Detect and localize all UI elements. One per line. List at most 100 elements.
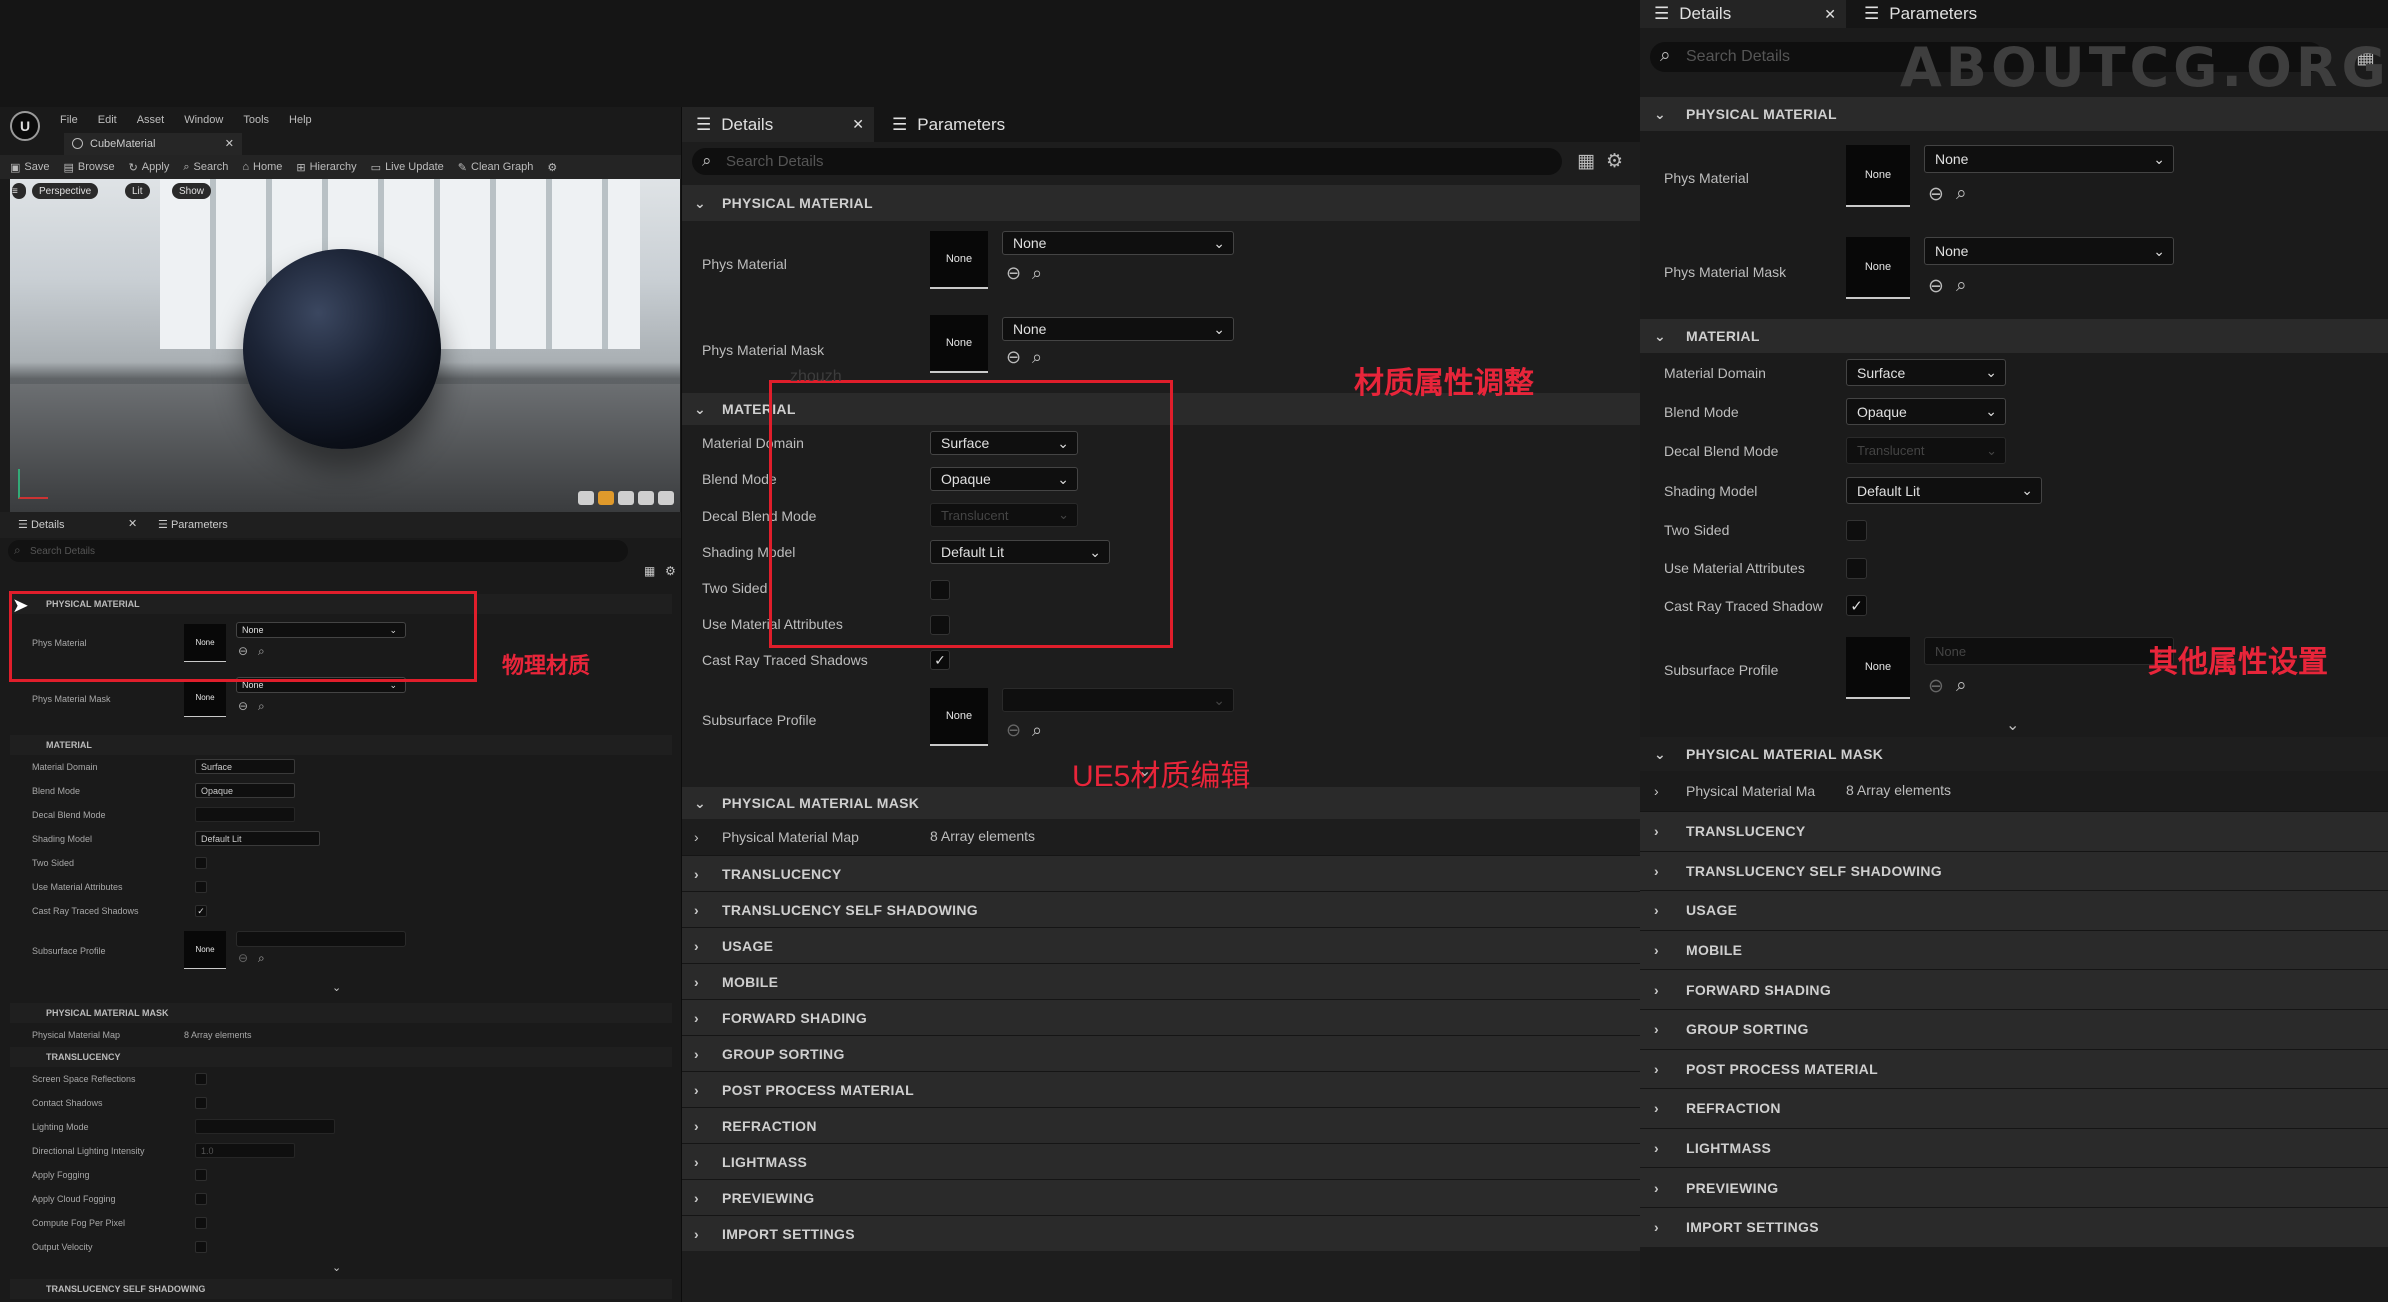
- section-physical-material-mask-small[interactable]: PHYSICAL MATERIAL MASK: [10, 1003, 672, 1023]
- use-selected-icon[interactable]: ⊖: [238, 644, 248, 658]
- browse-asset-icon[interactable]: ⌕: [1032, 263, 1042, 284]
- phys-material-thumbnail[interactable]: None: [184, 624, 226, 662]
- use-selected-icon[interactable]: ⊖: [1928, 275, 1944, 298]
- grid-view-icon[interactable]: ▦: [1577, 150, 1595, 173]
- output-velocity-checkbox[interactable]: [195, 1241, 207, 1253]
- phys-material-mask-dropdown-zoom[interactable]: None ⌄: [1924, 237, 2174, 265]
- tab-parameters[interactable]: ☰ Parameters: [888, 107, 1005, 142]
- use-selected-icon[interactable]: ⊖: [1006, 347, 1021, 368]
- use-material-attributes-checkbox-small[interactable]: [195, 881, 207, 893]
- phys-material-dropdown-zoom[interactable]: None ⌄: [1924, 145, 2174, 173]
- preview-plane-button[interactable]: [618, 491, 634, 505]
- two-sided-checkbox-small[interactable]: [195, 857, 207, 869]
- two-sided-checkbox[interactable]: [930, 580, 950, 600]
- preview-sphere-button[interactable]: [598, 491, 614, 505]
- menu-edit[interactable]: Edit: [98, 114, 117, 126]
- two-sided-checkbox-zoom[interactable]: [1846, 520, 1867, 541]
- section-mobile[interactable]: › MOBILE: [682, 963, 1640, 999]
- section-zoom-translucency[interactable]: › TRANSLUCENCY: [1640, 811, 2388, 851]
- shading-model-dropdown-small[interactable]: Default Lit: [195, 831, 320, 846]
- blend-mode-dropdown[interactable]: Opaque ⌄: [930, 467, 1078, 491]
- section-zoom-mobile[interactable]: › MOBILE: [1640, 929, 2388, 970]
- section-refraction[interactable]: › REFRACTION: [682, 1107, 1640, 1143]
- section-usage[interactable]: › USAGE: [682, 927, 1640, 963]
- browse-asset-icon[interactable]: ⌕: [1032, 347, 1042, 368]
- material-domain-dropdown-zoom[interactable]: Surface ⌄: [1846, 359, 2006, 386]
- preview-mesh-button[interactable]: [658, 491, 674, 505]
- gear-icon[interactable]: ⚙: [1606, 150, 1623, 173]
- tab-details-small[interactable]: ☰ Details: [18, 518, 65, 531]
- home-button[interactable]: ⌂ Home: [242, 161, 282, 173]
- blend-mode-dropdown-zoom[interactable]: Opaque ⌄: [1846, 398, 2006, 425]
- close-icon[interactable]: ✕: [128, 517, 137, 530]
- menu-asset[interactable]: Asset: [137, 114, 165, 126]
- section-lightmass[interactable]: › LIGHTMASS: [682, 1143, 1640, 1179]
- live-update-button[interactable]: ▭ Live Update: [371, 161, 444, 174]
- perspective-button[interactable]: Perspective: [32, 183, 99, 199]
- viewport-menu-icon[interactable]: ≡: [12, 183, 26, 199]
- phys-material-dropdown[interactable]: None ⌄: [236, 622, 406, 638]
- subsurface-profile-thumbnail[interactable]: None: [1846, 637, 1910, 699]
- section-translucency-self-shadowing-small[interactable]: TRANSLUCENCY SELF SHADOWING: [10, 1279, 672, 1299]
- clean-graph-button[interactable]: ✎ Clean Graph: [458, 161, 534, 174]
- blend-mode-dropdown-small[interactable]: Opaque: [195, 783, 295, 798]
- menu-tools[interactable]: Tools: [243, 114, 269, 126]
- section-physical-material-small[interactable]: PHYSICAL MATERIAL: [10, 594, 672, 614]
- cast-ray-traced-shadows-checkbox-small[interactable]: ✓: [195, 905, 207, 917]
- section-zoom-refraction[interactable]: › REFRACTION: [1640, 1088, 2388, 1128]
- section-physical-material-mask-zoom[interactable]: ⌄ PHYSICAL MATERIAL MASK: [1640, 737, 2388, 771]
- lit-button[interactable]: Lit: [125, 183, 150, 199]
- shading-model-dropdown[interactable]: Default Lit ⌄: [930, 540, 1110, 564]
- show-button[interactable]: Show: [172, 183, 212, 199]
- hierarchy-button[interactable]: ⊞ Hierarchy: [296, 161, 356, 174]
- use-selected-icon[interactable]: ⊖: [1928, 183, 1944, 206]
- section-zoom-translucency-self-shadowing[interactable]: › TRANSLUCENCY SELF SHADOWING: [1640, 850, 2388, 891]
- material-domain-dropdown-small[interactable]: Surface: [195, 759, 295, 774]
- compute-fog-per-pixel-checkbox[interactable]: [195, 1217, 207, 1229]
- section-zoom-previewing[interactable]: › PREVIEWING: [1640, 1167, 2388, 1207]
- settings-icon[interactable]: ⚙: [547, 161, 557, 174]
- menu-help[interactable]: Help: [289, 114, 312, 126]
- menu-file[interactable]: File: [60, 114, 78, 126]
- apply-fogging-checkbox[interactable]: [195, 1169, 207, 1181]
- cast-ray-traced-shadow-checkbox-zoom[interactable]: ✓: [1846, 595, 1867, 616]
- section-zoom-group-sorting[interactable]: › GROUP SORTING: [1640, 1008, 2388, 1049]
- section-material-small[interactable]: MATERIAL: [10, 735, 672, 755]
- tab-parameters-zoom[interactable]: ☰ Parameters: [1864, 0, 1977, 28]
- browse-asset-icon[interactable]: ⌕: [258, 699, 265, 714]
- grid-view-icon[interactable]: ▦: [644, 564, 655, 578]
- use-material-attributes-checkbox-zoom[interactable]: [1846, 558, 1867, 579]
- phys-material-mask-thumbnail[interactable]: None: [184, 679, 226, 717]
- save-button[interactable]: ▣ Save: [10, 161, 49, 174]
- section-zoom-post-process-material[interactable]: › POST PROCESS MATERIAL: [1640, 1048, 2388, 1089]
- tab-details[interactable]: ☰ Details ✕: [682, 107, 874, 142]
- tab-cube-material[interactable]: CubeMaterial ✕: [64, 133, 242, 155]
- browse-asset-icon[interactable]: ⌕: [1956, 675, 1967, 697]
- phys-material-thumbnail[interactable]: None: [930, 231, 988, 289]
- section-previewing[interactable]: › PREVIEWING: [682, 1179, 1640, 1215]
- apply-button[interactable]: ↻ Apply: [129, 161, 170, 174]
- subsurface-profile-thumbnail[interactable]: None: [184, 931, 226, 969]
- contact-shadows-checkbox[interactable]: [195, 1097, 207, 1109]
- preview-cylinder-button[interactable]: [578, 491, 594, 505]
- close-icon[interactable]: ✕: [225, 137, 234, 150]
- shading-model-dropdown-zoom[interactable]: Default Lit ⌄: [1846, 477, 2042, 504]
- phys-material-mask-dropdown[interactable]: None ⌄: [1002, 317, 1234, 341]
- use-selected-icon[interactable]: ⊖: [1006, 263, 1021, 284]
- subsurface-profile-thumbnail[interactable]: None: [930, 688, 988, 746]
- cast-ray-traced-shadows-checkbox[interactable]: ✓: [930, 650, 950, 670]
- section-post-process-material[interactable]: › POST PROCESS MATERIAL: [682, 1071, 1640, 1107]
- section-zoom-import-settings[interactable]: › IMPORT SETTINGS: [1640, 1206, 2388, 1247]
- preview-cube-button[interactable]: [638, 491, 654, 505]
- section-physical-material[interactable]: ⌄ PHYSICAL MATERIAL: [682, 185, 1640, 221]
- row-physical-material-map-small[interactable]: Physical Material Map 8 Array elements: [10, 1023, 672, 1047]
- viewport[interactable]: ≡ Perspective Lit Show: [10, 179, 680, 512]
- expand-advanced-icon[interactable]: ⌄: [332, 1261, 341, 1274]
- row-physical-material-map[interactable]: › Physical Material Map 8 Array elements: [682, 819, 1640, 855]
- section-zoom-usage[interactable]: › USAGE: [1640, 890, 2388, 930]
- expand-advanced-icon[interactable]: ⌄: [2006, 715, 2019, 735]
- tab-parameters-small[interactable]: ☰ Parameters: [158, 518, 228, 531]
- phys-material-mask-thumbnail[interactable]: None: [1846, 237, 1910, 299]
- section-translucency-small[interactable]: TRANSLUCENCY: [10, 1047, 672, 1067]
- section-translucency[interactable]: › TRANSLUCENCY: [682, 855, 1640, 891]
